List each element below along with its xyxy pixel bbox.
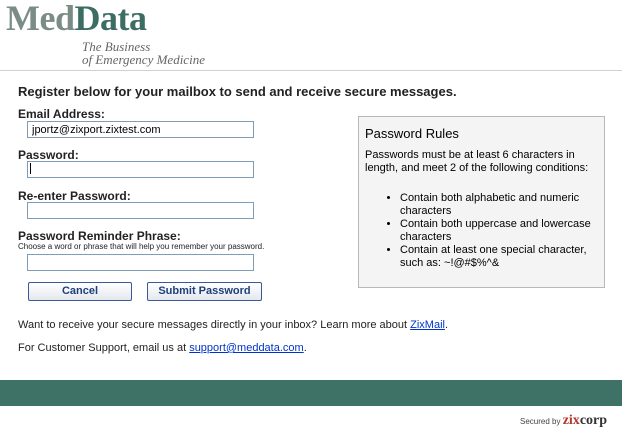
password-label: Password: xyxy=(18,148,79,162)
reenter-password-field[interactable] xyxy=(27,202,254,219)
footer-band xyxy=(0,380,622,406)
email-field[interactable] xyxy=(27,121,254,138)
logo-data-text: Data xyxy=(74,0,147,38)
header: MedData The Business of Emergency Medici… xyxy=(0,0,622,68)
password-rules-panel: Password Rules Passwords must be at leas… xyxy=(358,116,605,288)
reminder-phrase-label: Password Reminder Phrase: xyxy=(18,229,181,243)
password-rules-intro: Passwords must be at least 6 characters … xyxy=(365,149,589,174)
zix-logo-part1: zix xyxy=(562,413,580,428)
reminder-phrase-field[interactable] xyxy=(27,254,254,271)
list-item: Contain at least one special character, … xyxy=(400,244,599,270)
support-end: . xyxy=(303,342,307,354)
reenter-password-label: Re-enter Password: xyxy=(18,189,131,203)
list-item: Contain both alphabetic and numeric char… xyxy=(400,192,599,218)
cancel-button[interactable]: Cancel xyxy=(28,282,132,301)
meddata-logo: MedData xyxy=(6,0,147,38)
email-label: Email Address: xyxy=(18,107,105,121)
zixmail-link[interactable]: ZixMail xyxy=(410,319,445,331)
secured-by-badge: Secured by zixcorp xyxy=(520,413,607,429)
header-divider xyxy=(0,70,622,71)
reminder-phrase-hint: Choose a word or phrase that will help y… xyxy=(18,242,265,251)
text-caret xyxy=(30,163,31,174)
password-rules-list: Contain both alphabetic and numeric char… xyxy=(359,192,599,270)
logo-tagline: The Business of Emergency Medicine xyxy=(82,40,205,66)
zixmail-promo-end: . xyxy=(444,319,449,331)
password-rules-title: Password Rules xyxy=(365,126,459,141)
submit-password-button[interactable]: Submit Password xyxy=(147,282,262,301)
list-item: Contain both uppercase and lowercase cha… xyxy=(400,218,599,244)
support-text: For Customer Support, email us at xyxy=(18,342,190,354)
zixmail-promo: Want to receive your secure messages dir… xyxy=(18,319,448,331)
tagline-line-2: of Emergency Medicine xyxy=(82,52,205,67)
logo-med-text: Med xyxy=(6,0,75,38)
password-field[interactable] xyxy=(27,161,254,178)
support-line: For Customer Support, email us at suppor… xyxy=(18,342,307,354)
zix-logo-part2: corp xyxy=(579,413,608,428)
zixcorp-logo: zixcorp xyxy=(563,413,607,428)
support-email-link[interactable]: support@meddata.com xyxy=(189,342,304,354)
secured-by-text: Secured by xyxy=(520,417,561,426)
page-heading: Register below for your mailbox to send … xyxy=(18,84,457,99)
zixmail-promo-text: Want to receive your secure messages dir… xyxy=(18,319,411,331)
